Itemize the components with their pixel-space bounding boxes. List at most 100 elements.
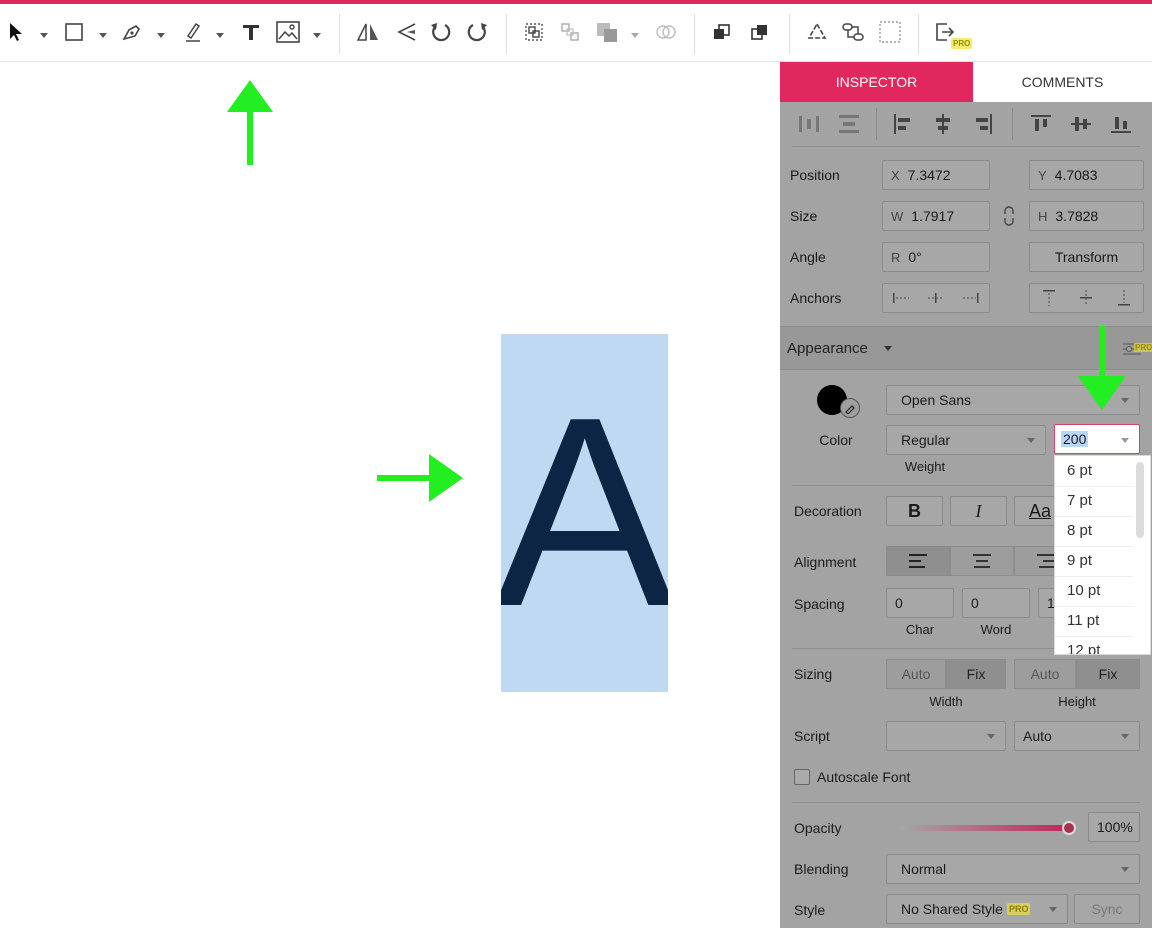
toolbar: PRO <box>0 4 1152 62</box>
selected-text-box[interactable]: A <box>501 334 668 692</box>
font-size-option[interactable]: 9 pt <box>1067 552 1092 569</box>
blending-select[interactable]: Normal <box>886 854 1140 884</box>
opacity-slider-track[interactable] <box>900 825 1070 831</box>
word-spacing-field[interactable]: 0 <box>962 588 1030 618</box>
angle-value: 0° <box>908 249 922 265</box>
rectangle-tool-chevron-down-icon[interactable] <box>99 33 107 38</box>
font-size-option[interactable]: 7 pt <box>1067 492 1092 509</box>
font-size-chevron-down-icon[interactable] <box>1121 438 1129 443</box>
italic-button[interactable]: I <box>950 496 1007 526</box>
align-left-icon[interactable] <box>890 113 916 135</box>
frame-icon[interactable] <box>877 18 903 46</box>
pencil-tool-icon[interactable] <box>183 18 203 46</box>
text-box-content[interactable]: A <box>501 378 668 648</box>
group-icon[interactable] <box>522 18 546 46</box>
option-divider <box>1055 636 1133 637</box>
arrange-chevron-down-icon[interactable] <box>631 33 639 38</box>
width-fix-button[interactable]: Fix <box>946 659 1006 689</box>
align-top-icon[interactable] <box>1028 113 1054 135</box>
send-backward-icon[interactable] <box>710 18 734 46</box>
arrange-icon[interactable] <box>594 18 620 46</box>
rectangle-tool-icon[interactable] <box>64 18 84 46</box>
font-size-option[interactable]: 8 pt <box>1067 522 1092 539</box>
script-select[interactable] <box>886 721 1006 751</box>
bring-forward-icon[interactable] <box>748 18 772 46</box>
text-align-left-button[interactable] <box>886 546 950 576</box>
text-align-right-icon <box>1037 554 1055 568</box>
char-label: Char <box>905 622 935 637</box>
rotate-right-icon[interactable] <box>466 18 490 46</box>
pen-tool-chevron-down-icon[interactable] <box>157 33 165 38</box>
height-auto-button[interactable]: Auto <box>1014 659 1076 689</box>
char-spacing-field[interactable]: 0 <box>886 588 954 618</box>
anchor-right-icon[interactable] <box>962 292 980 304</box>
position-x-value: 7.3472 <box>907 167 951 183</box>
select-tool-chevron-down-icon[interactable] <box>40 33 48 38</box>
flip-vertical-icon[interactable] <box>394 18 418 46</box>
select-tool-icon[interactable] <box>6 18 26 46</box>
anchor-left-icon[interactable] <box>892 292 910 304</box>
font-size-option[interactable]: 6 pt <box>1067 462 1092 479</box>
align-right-icon[interactable] <box>970 113 996 135</box>
position-y-field[interactable]: Y 4.7083 <box>1029 160 1144 190</box>
flip-horizontal-icon[interactable] <box>356 18 380 46</box>
align-bottom-icon[interactable] <box>1108 113 1134 135</box>
shared-style-select[interactable]: No Shared Style PRO <box>886 894 1068 924</box>
align-middle-icon[interactable] <box>1068 113 1094 135</box>
lock-ratio-icon[interactable] <box>998 203 1020 229</box>
font-size-input[interactable]: 200 <box>1054 424 1140 454</box>
font-size-option[interactable]: 12 pt <box>1067 642 1100 654</box>
weight-label: Weight <box>904 459 946 474</box>
font-size-option[interactable]: 11 pt <box>1067 612 1099 629</box>
connect-icon[interactable] <box>840 18 866 46</box>
transform-button[interactable]: Transform <box>1029 242 1144 272</box>
ungroup-icon[interactable] <box>558 18 582 46</box>
image-tool-icon[interactable] <box>276 18 300 46</box>
font-size-option[interactable]: 10 pt <box>1067 582 1100 599</box>
text-direction-value: Auto <box>1023 728 1052 744</box>
rotate-left-icon[interactable] <box>428 18 452 46</box>
opacity-field[interactable]: 100% <box>1088 812 1140 842</box>
text-tool-icon[interactable] <box>240 18 262 46</box>
text-direction-select[interactable]: Auto <box>1014 721 1140 751</box>
pencil-tool-chevron-down-icon[interactable] <box>216 33 224 38</box>
anchor-bottom-icon[interactable] <box>1117 289 1131 307</box>
option-divider <box>1055 606 1133 607</box>
toolbar-divider <box>339 14 340 54</box>
toolbar-divider <box>694 14 695 54</box>
appearance-chevron-down-icon[interactable] <box>884 346 892 351</box>
eyedropper-icon[interactable] <box>840 398 860 418</box>
height-fix-button[interactable]: Fix <box>1076 659 1140 689</box>
dropdown-scrollbar[interactable] <box>1136 462 1144 538</box>
anchor-middle-icon[interactable] <box>1079 289 1093 307</box>
size-h-value: 3.7828 <box>1055 208 1099 224</box>
recycle-icon[interactable] <box>804 18 830 46</box>
decoration-label: Decoration <box>794 503 862 519</box>
distribute-vertical-icon[interactable] <box>836 113 862 135</box>
distribute-horizontal-icon[interactable] <box>796 113 822 135</box>
shared-style-value: No Shared Style <box>901 901 1003 917</box>
width-auto-button[interactable]: Auto <box>886 659 946 689</box>
sizing-label: Sizing <box>794 666 833 682</box>
anchor-center-icon[interactable] <box>927 292 945 304</box>
toolbar-divider <box>506 14 507 54</box>
position-x-field[interactable]: X 7.3472 <box>882 160 990 190</box>
style-label: Style <box>794 902 826 918</box>
align-center-icon[interactable] <box>930 113 956 135</box>
anchors-label: Anchors <box>790 290 842 306</box>
size-h-field[interactable]: H 3.7828 <box>1029 201 1144 231</box>
pen-tool-icon[interactable] <box>120 18 144 46</box>
sync-button[interactable]: Sync <box>1074 894 1140 924</box>
opacity-slider-handle[interactable] <box>1062 821 1076 835</box>
image-tool-chevron-down-icon[interactable] <box>313 33 321 38</box>
tab-inspector[interactable]: INSPECTOR <box>780 62 973 102</box>
font-weight-select[interactable]: Regular <box>886 425 1046 455</box>
text-align-center-button[interactable] <box>950 546 1014 576</box>
boolean-icon[interactable] <box>654 18 678 46</box>
autoscale-checkbox[interactable] <box>794 769 810 785</box>
size-w-field[interactable]: W 1.7917 <box>882 201 990 231</box>
bold-button[interactable]: B <box>886 496 943 526</box>
angle-field[interactable]: R 0° <box>882 242 990 272</box>
anchor-top-icon[interactable] <box>1042 289 1056 307</box>
tab-comments[interactable]: COMMENTS <box>973 62 1152 102</box>
